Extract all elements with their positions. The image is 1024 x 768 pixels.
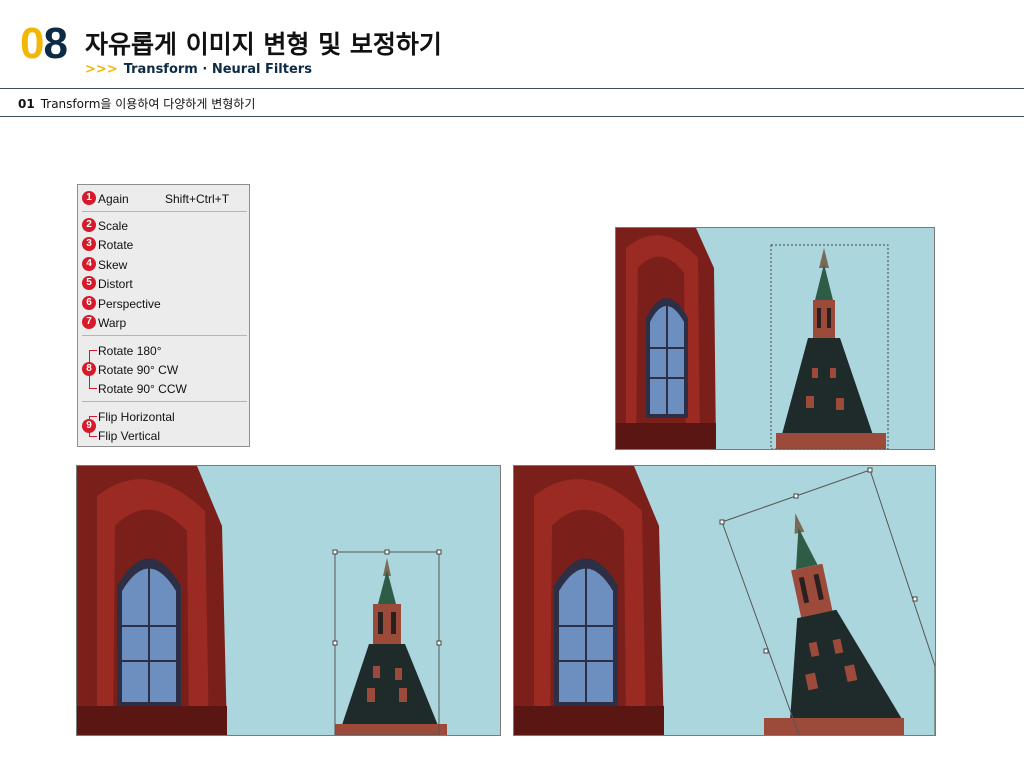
menu-item-distort[interactable]: Distort	[98, 277, 133, 291]
menu-item-warp[interactable]: Warp	[98, 316, 126, 330]
header-divider	[0, 88, 1024, 89]
section-heading: 01 Transform을 이용하여 다양하게 변형하기	[18, 95, 255, 112]
subtitle-arrows: >>>	[85, 62, 118, 77]
section-divider	[0, 116, 1024, 117]
photo-transform-box-example	[76, 465, 501, 736]
section-title: Transform을 이용하여 다양하게 변형하기	[40, 97, 256, 111]
menu-badge: 4	[82, 257, 96, 271]
menu-group-tick	[89, 436, 97, 437]
menu-group-tick	[89, 388, 97, 389]
menu-badge: 3	[82, 237, 96, 251]
menu-separator	[82, 335, 247, 336]
chapter-digit-eight: 8	[43, 19, 68, 68]
menu-item-rotate-90-cw[interactable]: Rotate 90° CW	[98, 363, 178, 377]
chapter-digit-zero: 0	[20, 19, 45, 68]
menu-item-rotate-180[interactable]: Rotate 180°	[98, 344, 162, 358]
menu-badge: 1	[82, 191, 96, 205]
menu-separator	[82, 211, 247, 212]
menu-badge: 8	[82, 362, 96, 376]
menu-item-again[interactable]: Again	[98, 192, 129, 206]
menu-item-flip-horizontal[interactable]: Flip Horizontal	[98, 410, 175, 424]
photo-selection-example	[615, 227, 935, 450]
subtitle-text: Transform · Neural Filters	[123, 62, 312, 77]
menu-shortcut-again: Shift+Ctrl+T	[165, 192, 230, 206]
section-number: 01	[18, 97, 35, 111]
menu-item-rotate[interactable]: Rotate	[98, 238, 133, 252]
menu-item-rotate-90-ccw[interactable]: Rotate 90° CCW	[98, 382, 187, 396]
menu-badge: 9	[82, 419, 96, 433]
menu-badge: 6	[82, 296, 96, 310]
photo-rotate-example	[513, 465, 936, 736]
page-subtitle: >>> Transform · Neural Filters	[85, 62, 312, 77]
menu-item-scale[interactable]: Scale	[98, 219, 128, 233]
menu-item-perspective[interactable]: Perspective	[98, 297, 161, 311]
page-title: 자유롭게 이미지 변형 및 보정하기	[85, 30, 442, 59]
chapter-number: 08	[20, 19, 68, 68]
transform-menu: 1 Again Shift+Ctrl+T 2 Scale 3 Rotate 4 …	[77, 184, 250, 447]
building-photo-image	[616, 228, 934, 449]
menu-item-skew[interactable]: Skew	[98, 258, 127, 272]
menu-group-tick	[89, 416, 97, 417]
menu-badge: 2	[82, 218, 96, 232]
menu-group-tick	[89, 350, 97, 351]
menu-separator	[82, 401, 247, 402]
menu-badge: 7	[82, 315, 96, 329]
menu-item-flip-vertical[interactable]: Flip Vertical	[98, 429, 160, 443]
building-photo-image	[77, 466, 500, 735]
building-photo-image	[514, 466, 935, 735]
menu-badge: 5	[82, 276, 96, 290]
